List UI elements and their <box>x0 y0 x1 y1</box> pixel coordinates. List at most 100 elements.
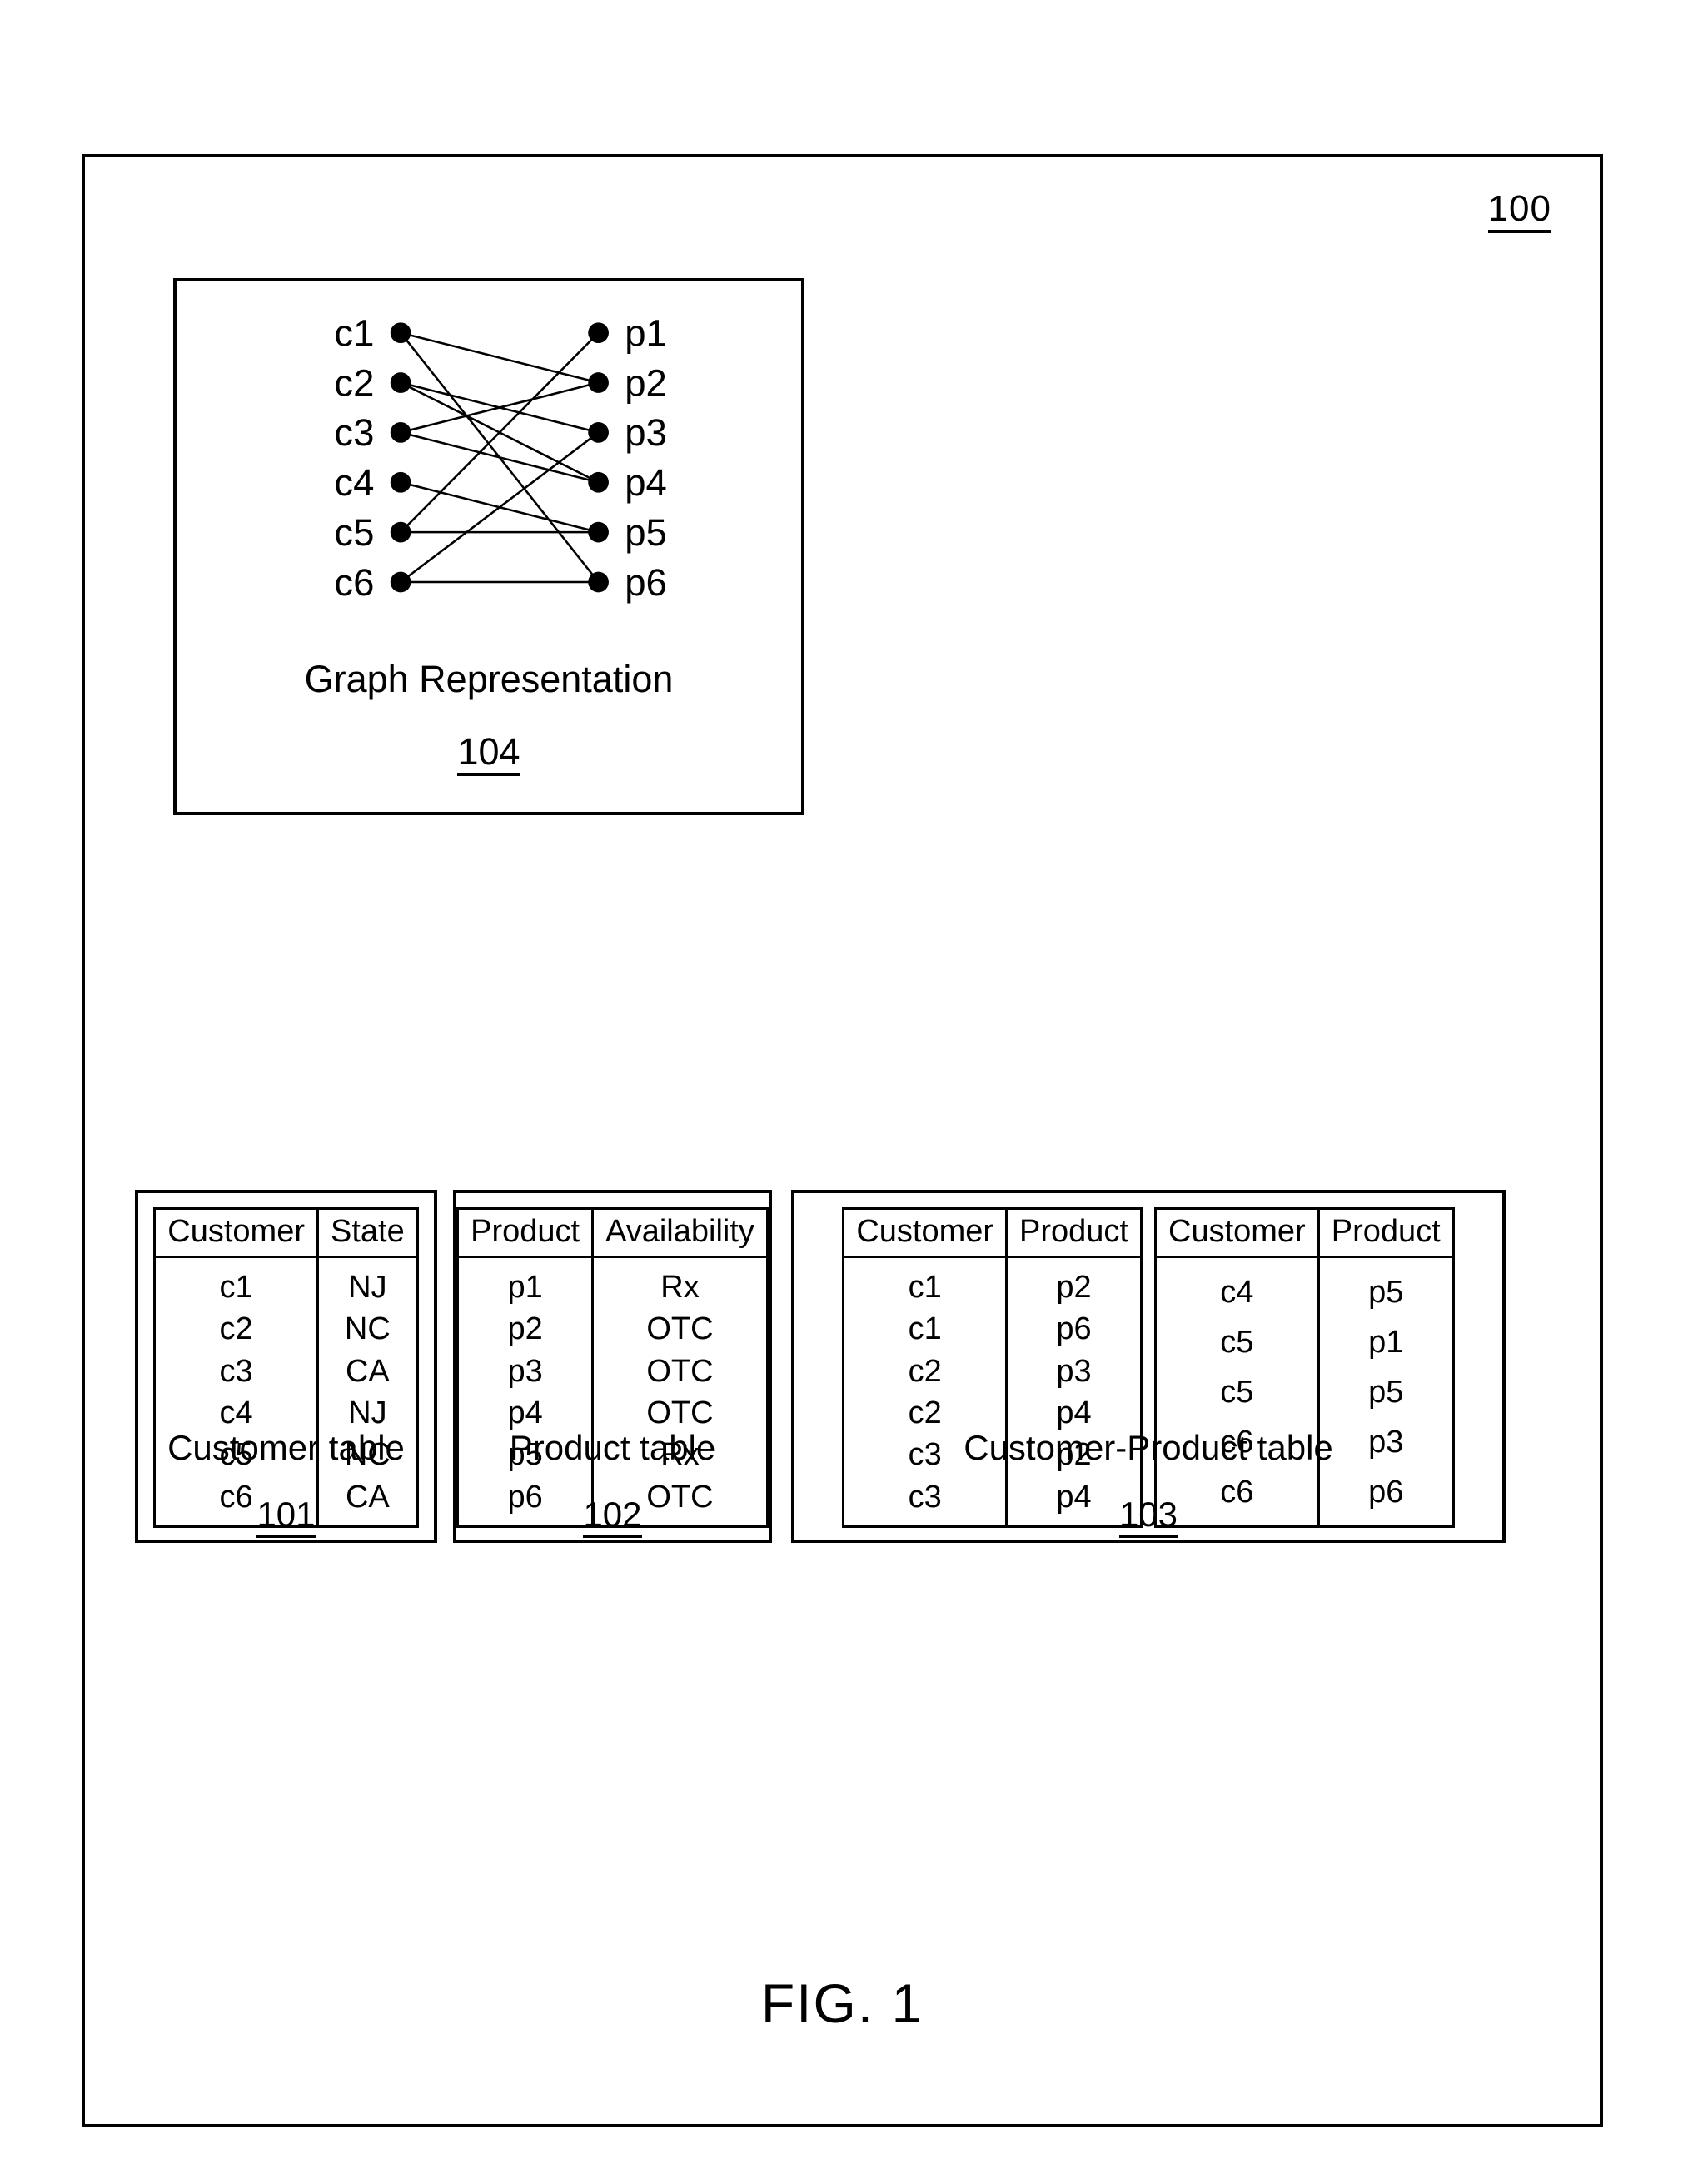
customer-product-table-panel: Customer Product c1 p2 c1 p6 c2 p3 c2 p4 c3 p2 c3 p4… <box>791 1190 1506 1543</box>
customer-table-caption: Customer table 101 <box>138 1430 434 1538</box>
product-table-cell-col1: p3 <box>457 1350 595 1393</box>
graph-node-label-p4: p4 <box>625 461 667 504</box>
product-caption-number: 102 <box>583 1497 642 1538</box>
customer-product-left-cell-col2: p6 <box>1056 1311 1092 1347</box>
product-table-header-2: Availability <box>592 1208 768 1258</box>
graph-node-p4 <box>588 471 609 493</box>
customer-table-cell-col1: c2 <box>154 1308 319 1351</box>
customer-product-right-cell-col1: c5 <box>1155 1367 1320 1417</box>
table-row: c2 p3 <box>843 1350 1142 1393</box>
product-caption-title: Product table <box>509 1428 716 1467</box>
customer-table-header-1: Customer <box>154 1208 319 1258</box>
customer-caption-title: Customer table <box>167 1428 405 1467</box>
graph-node-p2 <box>588 372 609 393</box>
product-table-panel: Product Availability p1 Rx p2 OTC p3 OTC p4 OTC p… <box>453 1190 772 1543</box>
graph-node-p6 <box>588 571 609 593</box>
graph-node-label-c6: c6 <box>334 561 374 604</box>
table-row: p2 OTC <box>457 1308 768 1351</box>
graph-edge-layer <box>400 331 600 584</box>
table-header-row: Customer Product <box>843 1208 1142 1258</box>
graph-node-label-p3: p3 <box>625 411 667 454</box>
graph-edge-c1-p2 <box>400 331 599 384</box>
product-table-cell-col1: p1 <box>457 1256 595 1309</box>
graph-node-label-c1: c1 <box>334 312 374 355</box>
customer-product-left-cell-col2: p3 <box>1056 1353 1092 1389</box>
graph-node-p3 <box>588 422 609 443</box>
customer-table-header-2: State <box>317 1208 418 1258</box>
table-row: p1 Rx <box>457 1256 768 1309</box>
graph-node-c3 <box>390 422 411 443</box>
graph-node-c5 <box>390 521 411 543</box>
customer-product-right-head: Customer Product <box>1155 1208 1454 1258</box>
customer-product-left-header-1: Customer <box>843 1208 1008 1258</box>
graph-panel-caption: Graph Representation 104 <box>177 660 801 776</box>
customer-product-right-cell-col1: c5 <box>1155 1317 1320 1368</box>
figure-reference-numeral: 100 <box>1487 191 1551 233</box>
customer-table-cell-col2: NJ <box>348 1270 387 1305</box>
graph-node-label-c5: c5 <box>334 511 374 554</box>
product-table-caption: Product table 102 <box>456 1430 769 1538</box>
customer-product-left-cell-col1: c1 <box>843 1256 1008 1309</box>
graph-node-label-p5: p5 <box>625 511 667 554</box>
customer-product-right-cell-col1: c4 <box>1155 1256 1320 1318</box>
table-header-row: Product Availability <box>457 1208 768 1258</box>
table-header-row: Customer State <box>154 1208 418 1258</box>
graph-node-label-c3: c3 <box>334 411 374 454</box>
graph-node-c6 <box>390 571 411 593</box>
customer-product-right-cell-col2: p5 <box>1368 1274 1404 1310</box>
graph-edge-c6-p3 <box>400 431 600 584</box>
table-row: c1 p6 <box>843 1308 1142 1351</box>
table-header-row: Customer Product <box>1155 1208 1454 1258</box>
customer-product-caption-title: Customer-Product table <box>964 1428 1333 1467</box>
customer-product-right-cell-col2: p5 <box>1368 1374 1404 1410</box>
customer-product-right-header-1: Customer <box>1155 1208 1320 1258</box>
product-table-cell-col2: Rx <box>660 1270 700 1305</box>
product-table-cell-col2: OTC <box>646 1353 714 1389</box>
customer-product-caption-number: 103 <box>1118 1497 1178 1538</box>
graph-node-label-c2: c2 <box>334 361 374 404</box>
bipartite-graph: c1 c2 c3 c4 c5 c6 p1 p2 p3 p4 p5 p6 <box>177 281 801 648</box>
table-row: p3 OTC <box>457 1350 768 1393</box>
table-row: c5 p1 <box>1155 1317 1454 1368</box>
graph-node-label-p2: p2 <box>625 361 667 404</box>
graph-edge-c3-p4 <box>400 431 599 484</box>
customer-caption-number: 101 <box>256 1497 316 1538</box>
graph-edge-c5-p1 <box>400 331 600 534</box>
graph-node-label-p1: p1 <box>625 312 667 355</box>
table-row: c3 CA <box>154 1350 417 1393</box>
customer-table-cell-col1: c3 <box>154 1350 319 1393</box>
customer-product-left-cell-col1: c2 <box>843 1350 1008 1393</box>
customer-product-left-cell-col2: p2 <box>1056 1270 1092 1305</box>
graph-representation-panel: c1 c2 c3 c4 c5 c6 p1 p2 p3 p4 p5 p6 Graph Represent… <box>173 278 804 815</box>
graph-caption-title: Graph Representation <box>304 658 674 700</box>
table-row: c1 p2 <box>843 1256 1142 1309</box>
table-row: c2 NC <box>154 1308 417 1351</box>
graph-node-c1 <box>390 322 411 344</box>
graph-node-label-p6: p6 <box>625 561 667 604</box>
customer-product-right-cell-col2: p1 <box>1368 1325 1404 1361</box>
customer-table-panel: Customer State c1 NJ c2 NC c3 CA c4 NJ c5 NC c6 CA C… <box>135 1190 437 1543</box>
graph-node-p5 <box>588 521 609 543</box>
product-table-header-1: Product <box>457 1208 595 1258</box>
customer-table-cell-col2: NC <box>344 1311 391 1347</box>
patent-figure-frame: 100 c1 c2 c3 c4 c5 c6 p1 p2 p3 p4 p5 p6 Graph Repre… <box>82 154 1603 2127</box>
graph-node-p1 <box>588 322 609 344</box>
customer-table-head: Customer State <box>154 1208 418 1258</box>
product-table-cell-col2: OTC <box>646 1311 714 1347</box>
table-row: c1 NJ <box>154 1256 417 1309</box>
customer-product-table-caption: Customer-Product table 103 <box>794 1430 1502 1538</box>
bipartite-graph-svg: c1 c2 c3 c4 c5 c6 p1 p2 p3 p4 p5 p6 <box>334 312 667 604</box>
graph-node-c2 <box>390 372 411 393</box>
graph-caption-number: 104 <box>457 733 520 776</box>
customer-product-right-header-2: Product <box>1318 1208 1454 1258</box>
product-table-cell-col1: p2 <box>457 1308 595 1351</box>
figure-title: FIG. 1 <box>760 1973 924 2034</box>
table-row: c5 p5 <box>1155 1367 1454 1417</box>
graph-node-label-c4: c4 <box>334 461 374 504</box>
customer-product-left-header-2: Product <box>1006 1208 1142 1258</box>
customer-table-cell-col1: c1 <box>154 1256 319 1309</box>
customer-table-cell-col2: CA <box>345 1353 390 1389</box>
product-table-head: Product Availability <box>457 1208 768 1258</box>
graph-node-c4 <box>390 471 411 493</box>
table-row: c4 p5 <box>1155 1256 1454 1318</box>
